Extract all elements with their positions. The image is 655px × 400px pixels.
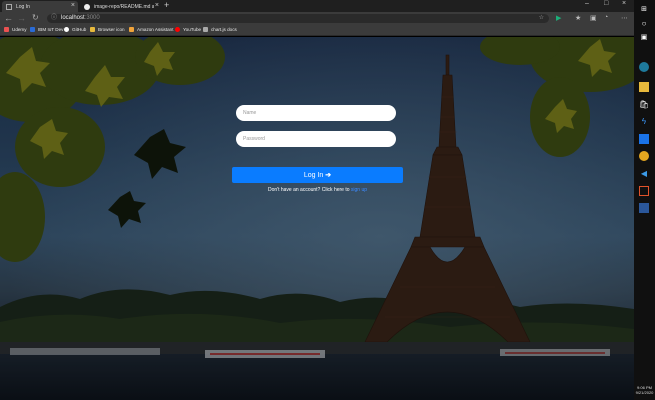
bookmarks-bar: Udemy IBM IoT Dev GitHub Browser icon Am… <box>0 25 634 36</box>
page-icon <box>6 3 12 10</box>
site-info-icon[interactable]: ⓘ <box>51 14 57 23</box>
windows-taskbar: ⊞ ○ ▣ 🛍 ϟ ◀ 9:06 PM 9/21/2020 <box>634 0 655 400</box>
play-extension-icon[interactable]: ▶ <box>556 14 561 22</box>
address-bar[interactable]: ⓘ localhost:3000 ☆ <box>47 14 549 23</box>
store-icon[interactable]: 🛍 <box>639 99 649 109</box>
maximize-icon[interactable]: □ <box>604 0 608 7</box>
browser-window: Log In × image-repo/README.md at ma... ×… <box>0 0 634 400</box>
bookmark-github[interactable]: GitHub <box>64 27 86 32</box>
system-clock[interactable]: 9:06 PM 9/21/2020 <box>634 385 655 395</box>
app-icon[interactable] <box>639 186 649 196</box>
new-tab-icon[interactable]: + <box>164 0 169 10</box>
windows-start-icon[interactable]: ⊞ <box>639 4 649 14</box>
ibm-icon <box>30 27 35 32</box>
lightning-icon[interactable]: ϟ <box>639 116 649 126</box>
signup-prompt-text: Don't have an account? Click here to <box>267 187 350 193</box>
close-tab-icon[interactable]: × <box>71 2 75 9</box>
favorites-icon[interactable]: ★ <box>575 14 581 22</box>
bookmark-label: chart.js docs <box>211 27 237 32</box>
bookmark-udemy[interactable]: Udemy <box>4 27 27 32</box>
search-icon[interactable]: ○ <box>639 18 649 28</box>
tab-login-label: Log In <box>16 3 30 10</box>
tab-readme-label: image-repo/README.md at ma... <box>94 3 154 10</box>
bookmark-browser-icon[interactable]: Browser icon <box>90 27 125 32</box>
paris-background-image <box>0 37 634 400</box>
forward-icon[interactable]: → <box>17 13 26 23</box>
bookmark-label: YouTube <box>183 27 202 32</box>
bookmark-label: Browser icon <box>98 27 125 32</box>
close-tab-icon[interactable]: × <box>155 2 159 9</box>
amazon-icon <box>129 27 134 32</box>
login-button-label: Log In <box>303 171 324 179</box>
youtube-icon <box>175 27 180 32</box>
chartjs-icon <box>203 27 208 32</box>
refresh-icon[interactable]: ↻ <box>32 13 39 22</box>
arrow-right-icon: ➔ <box>325 172 332 179</box>
name-input[interactable] <box>236 105 396 121</box>
url-port: :3000 <box>84 15 100 21</box>
tab-login[interactable]: Log In × <box>2 1 78 12</box>
minimize-icon[interactable]: – <box>585 0 589 7</box>
bookmark-label: Amazon Assistant <box>137 27 174 32</box>
file-explorer-icon[interactable] <box>639 82 649 92</box>
task-view-icon[interactable]: ▣ <box>639 32 649 42</box>
password-input[interactable] <box>236 131 396 147</box>
signup-link[interactable]: sign up <box>351 187 367 193</box>
mail-icon[interactable] <box>639 134 649 144</box>
bookmark-youtube[interactable]: YouTube <box>175 27 201 32</box>
bookmark-label: GitHub <box>72 27 87 32</box>
login-button[interactable]: Log In ➔ <box>232 167 403 183</box>
bookmark-chartjs[interactable]: chart.js docs <box>203 27 237 32</box>
tab-readme[interactable]: image-repo/README.md at ma... × <box>80 1 162 12</box>
edge-icon[interactable] <box>639 62 649 72</box>
favorite-star-icon[interactable]: ☆ <box>539 14 544 23</box>
signup-prompt: Don't have an account? Click here to sig… <box>232 187 403 193</box>
bookmark-ibm[interactable]: IBM IoT Dev <box>30 27 63 32</box>
tab-bar: Log In × image-repo/README.md at ma... ×… <box>0 0 634 12</box>
bookmark-label: IBM IoT Dev <box>38 27 64 32</box>
clock-date: 9/21/2020 <box>635 390 654 395</box>
word-icon[interactable] <box>639 203 649 213</box>
back-icon[interactable]: ← <box>4 13 13 23</box>
nav-bar: ← → ↻ ⓘ localhost:3000 ☆ ▶ ★ ▣ ◔ ⋯ <box>0 12 634 25</box>
chrome-icon[interactable] <box>639 151 649 161</box>
folder-icon <box>90 27 95 32</box>
profile-icon[interactable]: ◔ <box>604 14 608 21</box>
url-host: localhost <box>61 15 85 21</box>
collections-icon[interactable]: ▣ <box>590 14 597 22</box>
vscode-icon[interactable]: ◀ <box>639 168 649 178</box>
bookmark-label: Udemy <box>12 27 27 32</box>
github-icon <box>84 3 90 10</box>
udemy-icon <box>4 27 9 32</box>
close-window-icon[interactable]: × <box>622 0 626 7</box>
github-icon <box>64 27 69 32</box>
menu-icon[interactable]: ⋯ <box>621 14 628 22</box>
login-page: Log In ➔ Don't have an account? Click he… <box>0 37 634 400</box>
bookmark-amazon[interactable]: Amazon Assistant <box>129 27 174 32</box>
